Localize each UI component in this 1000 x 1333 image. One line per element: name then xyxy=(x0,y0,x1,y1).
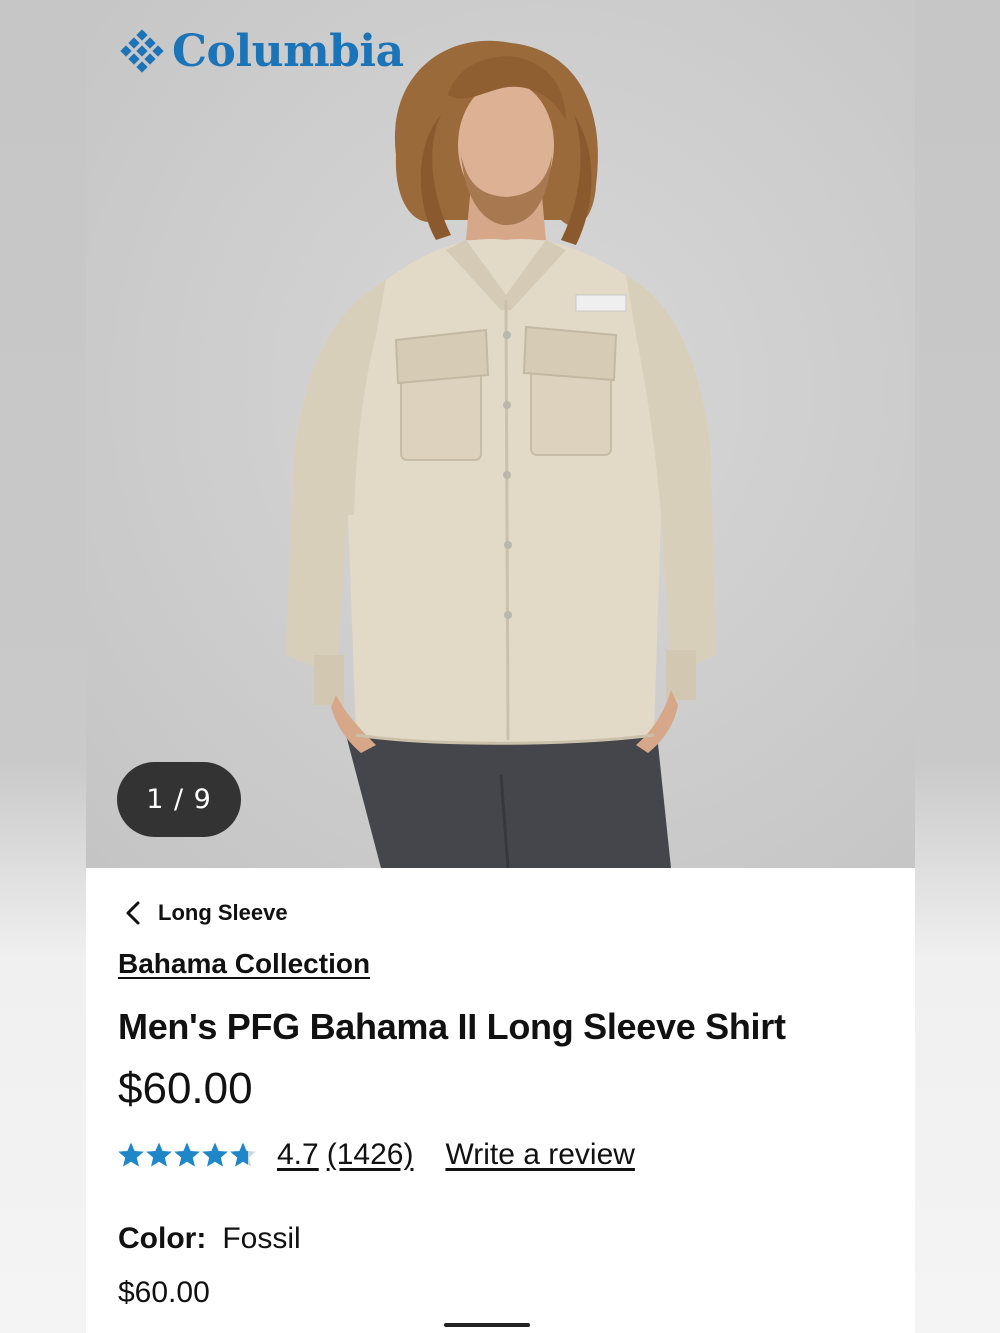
star-icon xyxy=(146,1142,172,1167)
swatch-price: $60.00 xyxy=(118,1276,210,1309)
product-title: Men's PFG Bahama II Long Sleeve Shirt xyxy=(118,1006,786,1047)
swatch-scroll-indicator xyxy=(444,1323,530,1327)
right-margin-background xyxy=(915,0,1000,1333)
rating-row: 4.7 (1426) Write a review xyxy=(117,1138,635,1172)
columbia-diamond-logo-icon xyxy=(120,28,164,73)
color-label: Color: xyxy=(118,1222,207,1255)
chevron-left-icon xyxy=(126,901,140,925)
color-selector-label: Color: Fossil xyxy=(118,1222,301,1256)
collection-link[interactable]: Bahama Collection xyxy=(118,948,370,980)
product-price: $60.00 xyxy=(118,1064,253,1113)
star-icon xyxy=(202,1142,228,1167)
rating-value-link[interactable]: 4.7 xyxy=(277,1138,319,1172)
breadcrumb[interactable]: Long Sleeve xyxy=(124,900,288,926)
star-rating[interactable] xyxy=(117,1141,257,1169)
star-icon xyxy=(174,1142,200,1167)
color-value: Fossil xyxy=(222,1222,301,1255)
review-count-link[interactable]: (1426) xyxy=(327,1138,414,1172)
left-margin-background xyxy=(0,0,86,1333)
breadcrumb-label: Long Sleeve xyxy=(158,900,288,925)
star-icon xyxy=(230,1142,256,1167)
product-info-panel: Long Sleeve Bahama Collection Men's PFG … xyxy=(86,868,915,1333)
product-image-carousel[interactable]: Columbia 1 / 9 xyxy=(86,0,915,868)
star-icon xyxy=(118,1142,144,1167)
image-counter-badge: 1 / 9 xyxy=(117,762,241,837)
write-review-link[interactable]: Write a review xyxy=(445,1138,635,1172)
product-photo-model xyxy=(286,40,716,868)
